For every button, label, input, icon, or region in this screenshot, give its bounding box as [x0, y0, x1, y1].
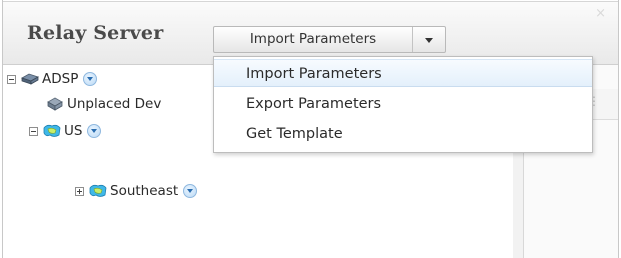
- tree-node-us[interactable]: US: [29, 121, 102, 141]
- tree-node-label: ADSP: [42, 71, 79, 87]
- import-parameters-button[interactable]: Import Parameters: [214, 27, 413, 52]
- close-icon[interactable]: ×: [595, 6, 606, 21]
- collapse-toggle[interactable]: [7, 74, 16, 84]
- node-menu-icon[interactable]: [83, 72, 98, 86]
- server-icon: [20, 71, 40, 87]
- node-menu-icon[interactable]: [87, 124, 102, 138]
- app-window: Relay Server Import Parameters × ADSP Un…: [0, 0, 621, 258]
- menu-item-export-parameters[interactable]: Export Parameters: [214, 90, 592, 118]
- menu-item-get-template[interactable]: Get Template: [214, 120, 592, 148]
- expand-toggle[interactable]: [75, 186, 84, 196]
- tree-node-label: Southeast: [110, 183, 179, 199]
- collapse-toggle[interactable]: [29, 126, 38, 136]
- tree-node-label: Unplaced Dev: [67, 96, 162, 112]
- app-title: Relay Server: [27, 22, 164, 44]
- import-split-button: Import Parameters: [213, 26, 446, 53]
- chevron-down-icon: [425, 38, 433, 43]
- split-dropdown-toggle[interactable]: [413, 27, 445, 52]
- region-icon: [42, 123, 62, 139]
- tree-node-southeast[interactable]: Southeast: [75, 181, 198, 201]
- import-dropdown-menu: Import Parameters Export Parameters Get …: [213, 56, 593, 153]
- region-icon: [88, 183, 108, 199]
- tree-node-adsp[interactable]: ADSP: [7, 69, 98, 89]
- device-icon: [45, 96, 65, 112]
- tree-node-unplaced[interactable]: Unplaced Dev: [45, 94, 161, 114]
- tree-node-label: US: [64, 123, 83, 139]
- menu-item-import-parameters[interactable]: Import Parameters: [214, 59, 592, 87]
- node-menu-icon[interactable]: [183, 184, 198, 198]
